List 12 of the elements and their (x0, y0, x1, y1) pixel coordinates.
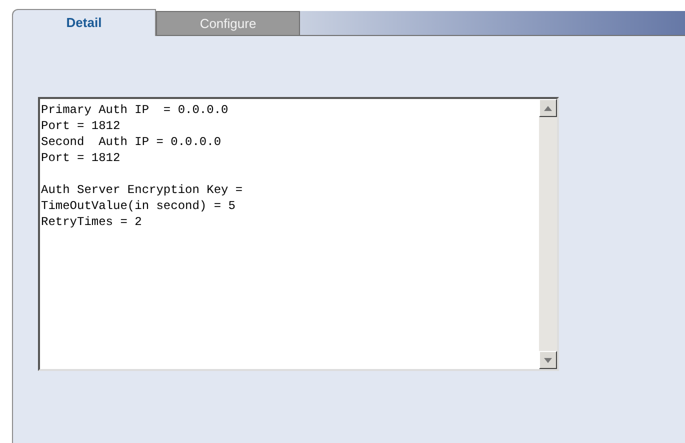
text-line: Second Auth IP = 0.0.0.0 (41, 134, 222, 150)
text-line: Auth Server Encryption Key = (41, 182, 243, 198)
scrollbar[interactable] (539, 99, 557, 369)
scroll-down-icon[interactable] (539, 351, 557, 369)
tab[interactable]: Detail (12, 9, 156, 36)
scroll-up-icon[interactable] (539, 99, 557, 117)
text-line: Port = 1812 (41, 118, 120, 134)
text-line: Port = 1812 (41, 150, 120, 166)
text-area[interactable]: Primary Auth IP = 0.0.0.0 Port = 1812 Second Auth IP = 0.0.0.0 Port = 1812 Auth Server Encryption Key = TimeOutValue(in second) = 5 RetryTimes = 2 (38, 97, 559, 371)
text-line: RetryTimes = 2 (41, 214, 142, 230)
text-line: Primary Auth IP = 0.0.0.0 (41, 102, 228, 118)
text-line: TimeOutValue(in second) = 5 (41, 198, 236, 214)
